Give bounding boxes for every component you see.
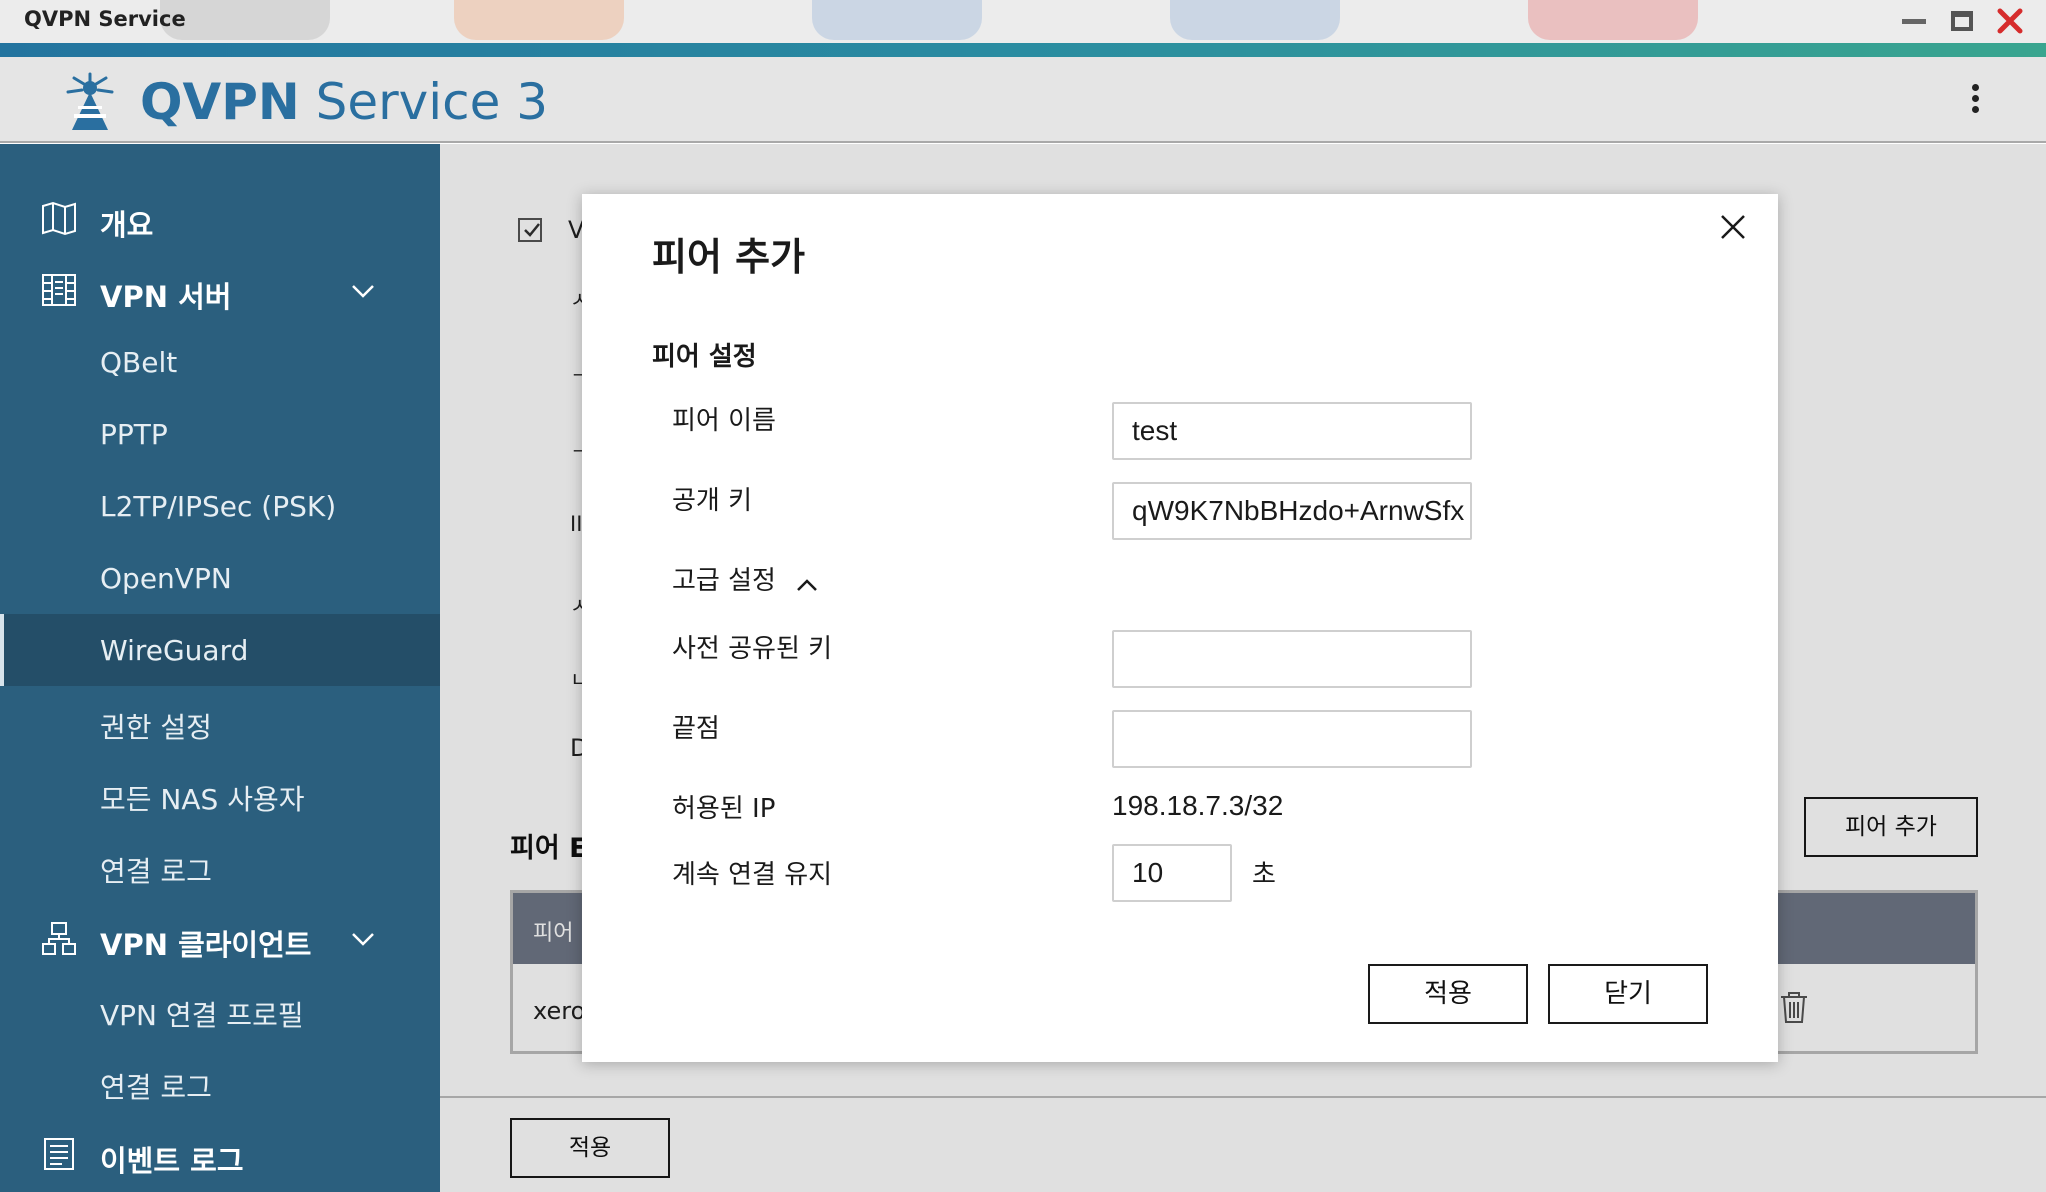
sidebar-item-label: VPN 클라이언트 — [100, 928, 312, 962]
sidebar-item-server-connection-log[interactable]: 연결 로그 — [0, 830, 440, 902]
sidebar-item-label: 이벤트 로그 — [100, 1144, 244, 1178]
sidebar-item-qbelt[interactable]: QBelt — [0, 326, 440, 398]
maximize-icon[interactable] — [1946, 6, 1978, 36]
sidebar-item-label: QBelt — [100, 346, 178, 379]
endpoint-input[interactable] — [1112, 710, 1472, 768]
sidebar-item-permissions[interactable]: 권한 설정 — [0, 686, 440, 758]
sidebar-item-label: L2TP/IPSec (PSK) — [100, 490, 337, 523]
qvpn-logo-icon — [66, 72, 114, 130]
minimize-icon[interactable] — [1898, 6, 1930, 36]
sidebar-item-label: 권한 설정 — [100, 711, 212, 744]
sidebar-item-overview[interactable]: 개요 — [0, 182, 440, 254]
peer-name-label: 피어 이름 — [672, 406, 776, 436]
sidebar-item-label: 모든 NAS 사용자 — [100, 783, 305, 816]
add-peer-dialog: 피어 추가 피어 설정 피어 이름 공개 키 고급 설정 사전 공유된 키 끝점… — [582, 194, 1778, 1062]
book-icon — [42, 201, 76, 236]
accent-stripe — [0, 43, 2046, 57]
dialog-title: 피어 추가 — [652, 235, 806, 279]
close-icon[interactable] — [1716, 210, 1750, 244]
preshared-key-label: 사전 공유된 키 — [672, 634, 833, 664]
sidebar-item-label: OpenVPN — [100, 562, 232, 595]
advanced-settings-label: 고급 설정 — [672, 566, 776, 596]
preshared-key-input[interactable] — [1112, 630, 1472, 688]
server-icon — [42, 274, 76, 306]
allowed-ip-label: 허용된 IP — [672, 794, 776, 824]
section-title: 피어 설정 — [652, 342, 757, 372]
sidebar-item-client-connection-log[interactable]: 연결 로그 — [0, 1046, 440, 1118]
close-button[interactable]: 닫기 — [1548, 964, 1708, 1024]
background-app-ghost — [454, 0, 624, 40]
sidebar-item-pptp[interactable]: PPTP — [0, 398, 440, 470]
sidebar-item-openvpn[interactable]: OpenVPN — [0, 542, 440, 614]
app-brand: QVPN — [140, 73, 300, 131]
kebab-menu-icon[interactable] — [1960, 81, 1990, 121]
window-titlebar: QVPN Service — [0, 0, 2046, 43]
window-title: QVPN Service — [24, 7, 186, 31]
network-icon — [42, 922, 76, 955]
chevron-down-icon — [352, 933, 374, 946]
sidebar-item-label: WireGuard — [100, 634, 249, 667]
sidebar-item-wireguard[interactable]: WireGuard — [0, 614, 440, 686]
close-window-icon[interactable] — [1995, 6, 2027, 36]
sidebar-item-label: VPN 연결 프로필 — [100, 999, 304, 1032]
endpoint-label: 끝점 — [672, 714, 720, 744]
sidebar: 개요 VPN 서버 QBelt PPTP L2TP/IPSec (PSK) Op… — [0, 144, 440, 1192]
sidebar-item-label: VPN 서버 — [100, 280, 232, 314]
apply-button[interactable]: 적용 — [1368, 964, 1528, 1024]
app-name: QVPN Service 3 — [140, 73, 548, 131]
background-app-ghost — [1170, 0, 1340, 40]
advanced-settings-toggle[interactable]: 고급 설정 — [672, 560, 819, 600]
sidebar-item-label: 연결 로그 — [100, 1071, 212, 1104]
app-header: QVPN Service 3 — [0, 57, 2046, 143]
sidebar-item-vpn-profiles[interactable]: VPN 연결 프로필 — [0, 974, 440, 1046]
chevron-up-icon — [797, 578, 817, 591]
chevron-down-icon — [352, 285, 374, 298]
public-key-input[interactable] — [1112, 482, 1472, 540]
sidebar-item-vpn-server[interactable]: VPN 서버 — [0, 254, 440, 326]
sidebar-item-all-nas-users[interactable]: 모든 NAS 사용자 — [0, 758, 440, 830]
keepalive-label: 계속 연결 유지 — [672, 860, 833, 890]
sidebar-item-label: 연결 로그 — [100, 855, 212, 888]
sidebar-item-label: PPTP — [100, 418, 168, 451]
keepalive-unit: 초 — [1252, 860, 1276, 890]
log-icon — [44, 1138, 74, 1170]
sidebar-item-vpn-client[interactable]: VPN 클라이언트 — [0, 902, 440, 974]
sidebar-item-label: 개요 — [100, 208, 154, 242]
background-app-ghost — [812, 0, 982, 40]
sidebar-item-l2tp[interactable]: L2TP/IPSec (PSK) — [0, 470, 440, 542]
allowed-ip-value: 198.18.7.3/32 — [1112, 790, 1284, 821]
public-key-label: 공개 키 — [672, 486, 753, 516]
background-app-ghost — [1528, 0, 1698, 40]
keepalive-input[interactable] — [1112, 844, 1232, 902]
app-product: Service 3 — [315, 73, 549, 131]
sidebar-item-event-log[interactable]: 이벤트 로그 — [0, 1118, 440, 1190]
peer-name-input[interactable] — [1112, 402, 1472, 460]
